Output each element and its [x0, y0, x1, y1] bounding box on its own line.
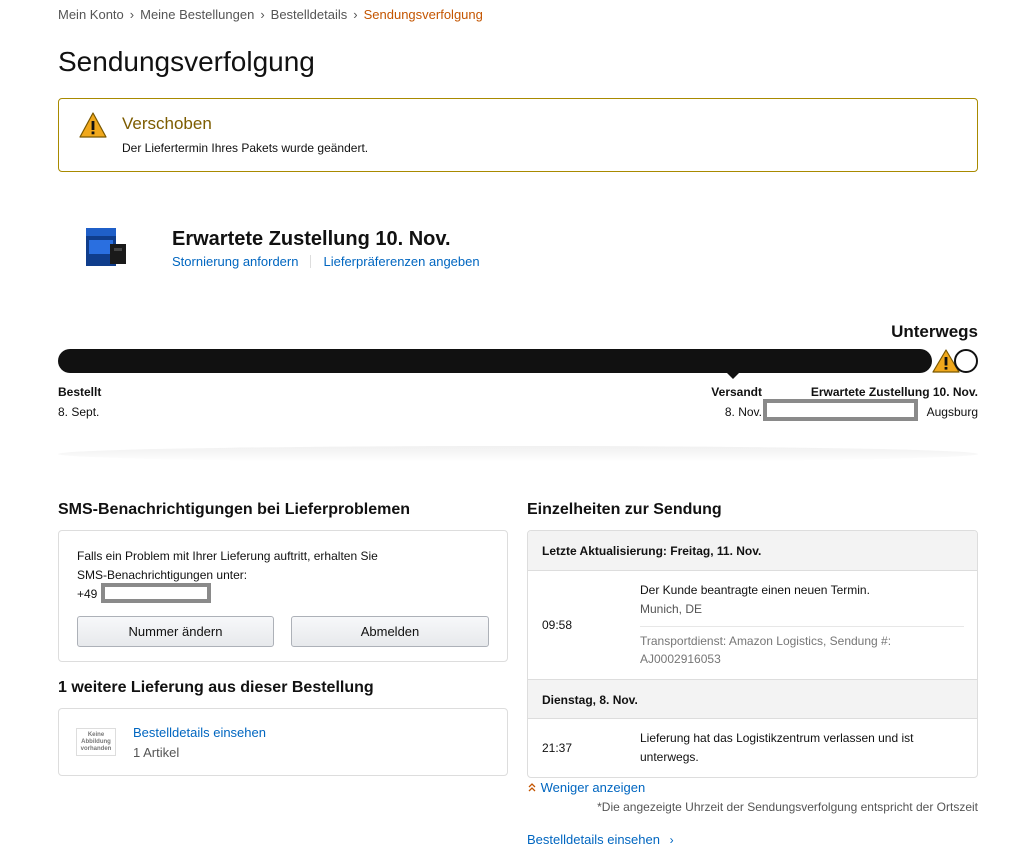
breadcrumb-separator: ›	[129, 7, 135, 22]
event-text: Der Kunde beantragte einen neuen Termin.	[640, 583, 870, 597]
tracking-progress-bar	[58, 349, 932, 373]
change-number-button[interactable]: Nummer ändern	[77, 616, 274, 647]
event-description: Der Kunde beantragte einen neuen Termin.…	[640, 581, 960, 619]
more-deliveries-box: Keine Abbildung vorhanden Bestelldetails…	[58, 708, 508, 776]
milestone-ordered-date: 8. Sept.	[58, 405, 100, 419]
postponed-alert: Verschoben Der Liefertermin Ihres Pakets…	[58, 98, 978, 172]
shipped-marker	[727, 373, 739, 379]
milestone-ordered: Bestellt 8. Sept.	[58, 385, 101, 419]
link-divider	[310, 255, 312, 268]
event-date-header: Dienstag, 8. Nov.	[528, 679, 977, 719]
alert-title: Verschoben	[122, 114, 212, 133]
show-less-link[interactable]: Weniger anzeigen	[527, 780, 645, 795]
bottom-order-details-label[interactable]: Bestelldetails einsehen	[527, 832, 660, 847]
sms-text-line1: Falls ein Problem mit Ihrer Lieferung au…	[77, 549, 378, 563]
alert-text: Der Liefertermin Ihres Pakets wurde geän…	[122, 141, 369, 155]
event-location: Munich, DE	[640, 602, 703, 616]
shipment-details-title: Einzelheiten zur Sendung	[527, 501, 722, 518]
unsubscribe-button[interactable]: Abmelden	[291, 616, 489, 647]
sms-box: Falls ein Problem mit Ihrer Lieferung au…	[58, 530, 508, 662]
event-time: 09:58	[542, 618, 573, 632]
page-title: Sendungsverfolgung	[58, 46, 315, 77]
event-description: Lieferung hat das Logistikzentrum verlas…	[640, 731, 914, 764]
shipment-details-box: Letzte Aktualisierung: Freitag, 11. Nov.…	[527, 530, 978, 778]
double-chevron-up-icon	[528, 783, 536, 792]
sms-text-line2: SMS-Benachrichtigungen unter:	[77, 568, 248, 582]
breadcrumb-separator: ›	[260, 7, 265, 22]
milestone-ordered-label: Bestellt	[58, 385, 102, 399]
milestone-expected-label: Erwartete Zustellung 10. Nov.	[810, 385, 978, 399]
breadcrumb-separator: ›	[353, 7, 358, 22]
warning-icon	[79, 112, 107, 138]
milestone-shipped: Versandt 8. Nov.	[711, 385, 762, 419]
delivery-endpoint-circle	[954, 349, 978, 373]
section-divider	[58, 446, 978, 462]
event-time: 21:37	[542, 741, 573, 755]
no-image-placeholder: Keine Abbildung vorhanden	[76, 728, 116, 756]
chevron-right-icon: ›	[669, 833, 674, 847]
milestone-shipped-label: Versandt	[711, 385, 762, 399]
breadcrumb-order-details[interactable]: Bestelldetails	[271, 7, 348, 22]
breadcrumb: Mein Konto › Meine Bestellungen › Bestelldet…	[58, 7, 483, 22]
bottom-order-details-link[interactable]: Bestelldetails einsehen ›	[527, 832, 674, 847]
order-details-link[interactable]: Bestelldetails einsehen	[133, 725, 266, 740]
product-image	[86, 228, 126, 266]
carrier-line: Transportdienst: Amazon Logistics, Sendu…	[640, 634, 892, 648]
tracking-number: AJ0002916053	[640, 652, 721, 666]
more-deliveries-title: 1 weitere Lieferung aus dieser Bestellun…	[58, 679, 374, 696]
delivery-links: Stornierung anfordern Lieferpräferenzen a…	[172, 254, 480, 269]
breadcrumb-my-orders[interactable]: Meine Bestellungen	[140, 7, 254, 22]
item-count: 1 Artikel	[133, 745, 180, 760]
expected-delivery-heading: Erwartete Zustellung 10. Nov.	[172, 228, 451, 250]
shipment-status: Unterwegs	[891, 322, 978, 341]
breadcrumb-my-account[interactable]: Mein Konto	[58, 7, 124, 22]
redacted-phone-number	[101, 583, 211, 603]
redacted-address	[763, 399, 918, 421]
request-cancellation-link[interactable]: Stornierung anfordern	[172, 254, 298, 269]
update-date-header: Letzte Aktualisierung: Freitag, 11. Nov.	[528, 531, 977, 571]
breadcrumb-tracking: Sendungsverfolgung	[363, 7, 483, 22]
phone-prefix: +49	[77, 587, 98, 601]
milestone-shipped-date: 8. Nov.	[724, 405, 762, 419]
local-time-note: *Die angezeigte Uhrzeit der Sendungsverf…	[597, 800, 978, 814]
show-less-label[interactable]: Weniger anzeigen	[541, 780, 646, 795]
carrier-info: Transportdienst: Amazon Logistics, Sendu…	[640, 632, 960, 668]
delivery-preferences-link[interactable]: Lieferpräferenzen angeben	[323, 254, 479, 269]
event-divider	[640, 626, 964, 627]
sms-section-title: SMS-Benachrichtigungen bei Lieferproblem…	[58, 501, 411, 518]
